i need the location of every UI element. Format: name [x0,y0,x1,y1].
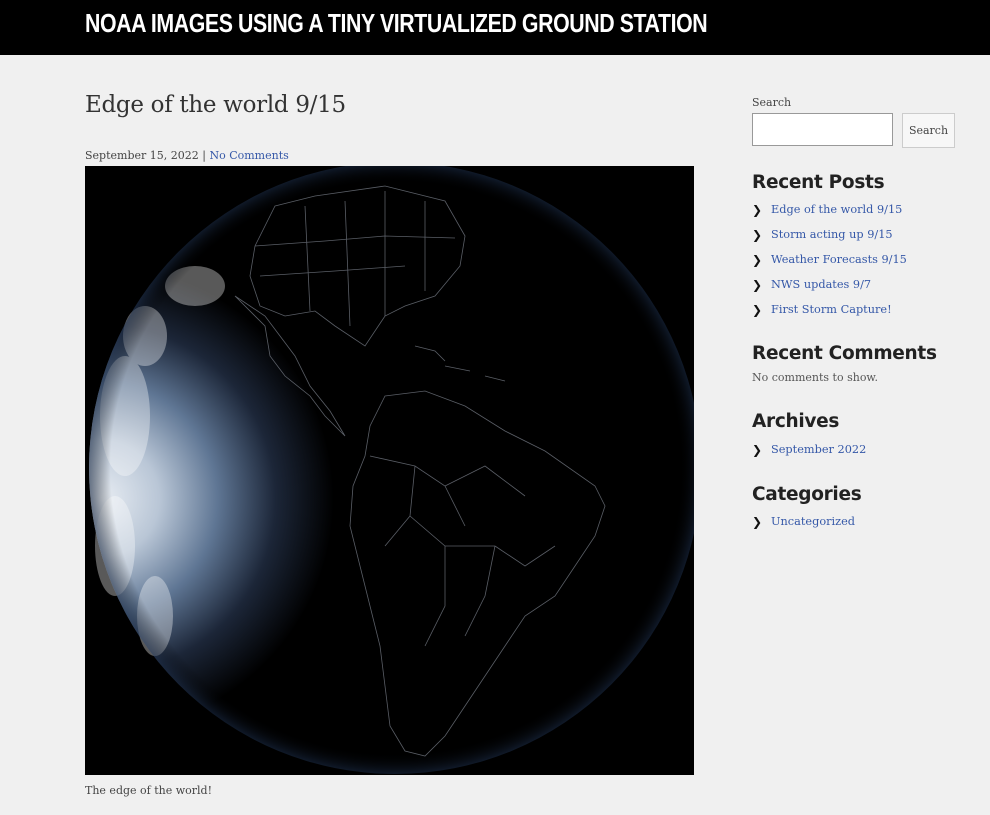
post-date: September 15, 2022 [85,149,199,162]
archives-heading: Archives [752,411,840,432]
comments-link[interactable]: No Comments [209,149,288,162]
list-item: ❯ Uncategorized [752,515,855,540]
chevron-right-icon: ❯ [752,443,763,457]
site-title-link[interactable]: NOAA Images using a tiny virtualized gro… [85,8,708,39]
archive-link[interactable]: September 2022 [771,443,866,457]
image-caption: The edge of the world! [85,784,213,797]
recent-posts-list: ❯ Edge of the world 9/15 ❯ Storm acting up… [752,203,907,328]
chevron-right-icon: ❯ [752,303,763,317]
search-button[interactable]: Search [902,113,955,148]
list-item: ❯ Storm acting up 9/15 [752,228,907,253]
search-label: Search [752,96,792,109]
recent-comments-heading: Recent Comments [752,343,937,364]
post-title: Edge of the world 9/15 [85,92,346,118]
list-item: ❯ Edge of the world 9/15 [752,203,907,228]
chevron-right-icon: ❯ [752,253,763,267]
post-featured-image [85,166,694,775]
recent-post-link[interactable]: Storm acting up 9/15 [771,228,893,242]
post-meta: September 15, 2022 | No Comments [85,149,289,162]
search-input[interactable] [752,113,893,146]
recent-post-link[interactable]: Edge of the world 9/15 [771,203,902,217]
site-header: NOAA Images using a tiny virtualized gro… [0,0,990,55]
recent-post-link[interactable]: NWS updates 9/7 [771,278,871,292]
chevron-right-icon: ❯ [752,515,763,529]
category-link[interactable]: Uncategorized [771,515,855,529]
list-item: ❯ September 2022 [752,443,866,468]
meta-separator: | [202,149,206,162]
earth-globe-image [85,166,694,775]
list-item: ❯ First Storm Capture! [752,303,907,328]
chevron-right-icon: ❯ [752,228,763,242]
archives-list: ❯ September 2022 [752,443,866,468]
list-item: ❯ Weather Forecasts 9/15 [752,253,907,278]
chevron-right-icon: ❯ [752,278,763,292]
chevron-right-icon: ❯ [752,203,763,217]
categories-heading: Categories [752,484,862,505]
categories-list: ❯ Uncategorized [752,515,855,540]
list-item: ❯ NWS updates 9/7 [752,278,907,303]
recent-post-link[interactable]: Weather Forecasts 9/15 [771,253,907,267]
recent-posts-heading: Recent Posts [752,172,885,193]
no-comments-text: No comments to show. [752,371,879,384]
recent-post-link[interactable]: First Storm Capture! [771,303,892,317]
